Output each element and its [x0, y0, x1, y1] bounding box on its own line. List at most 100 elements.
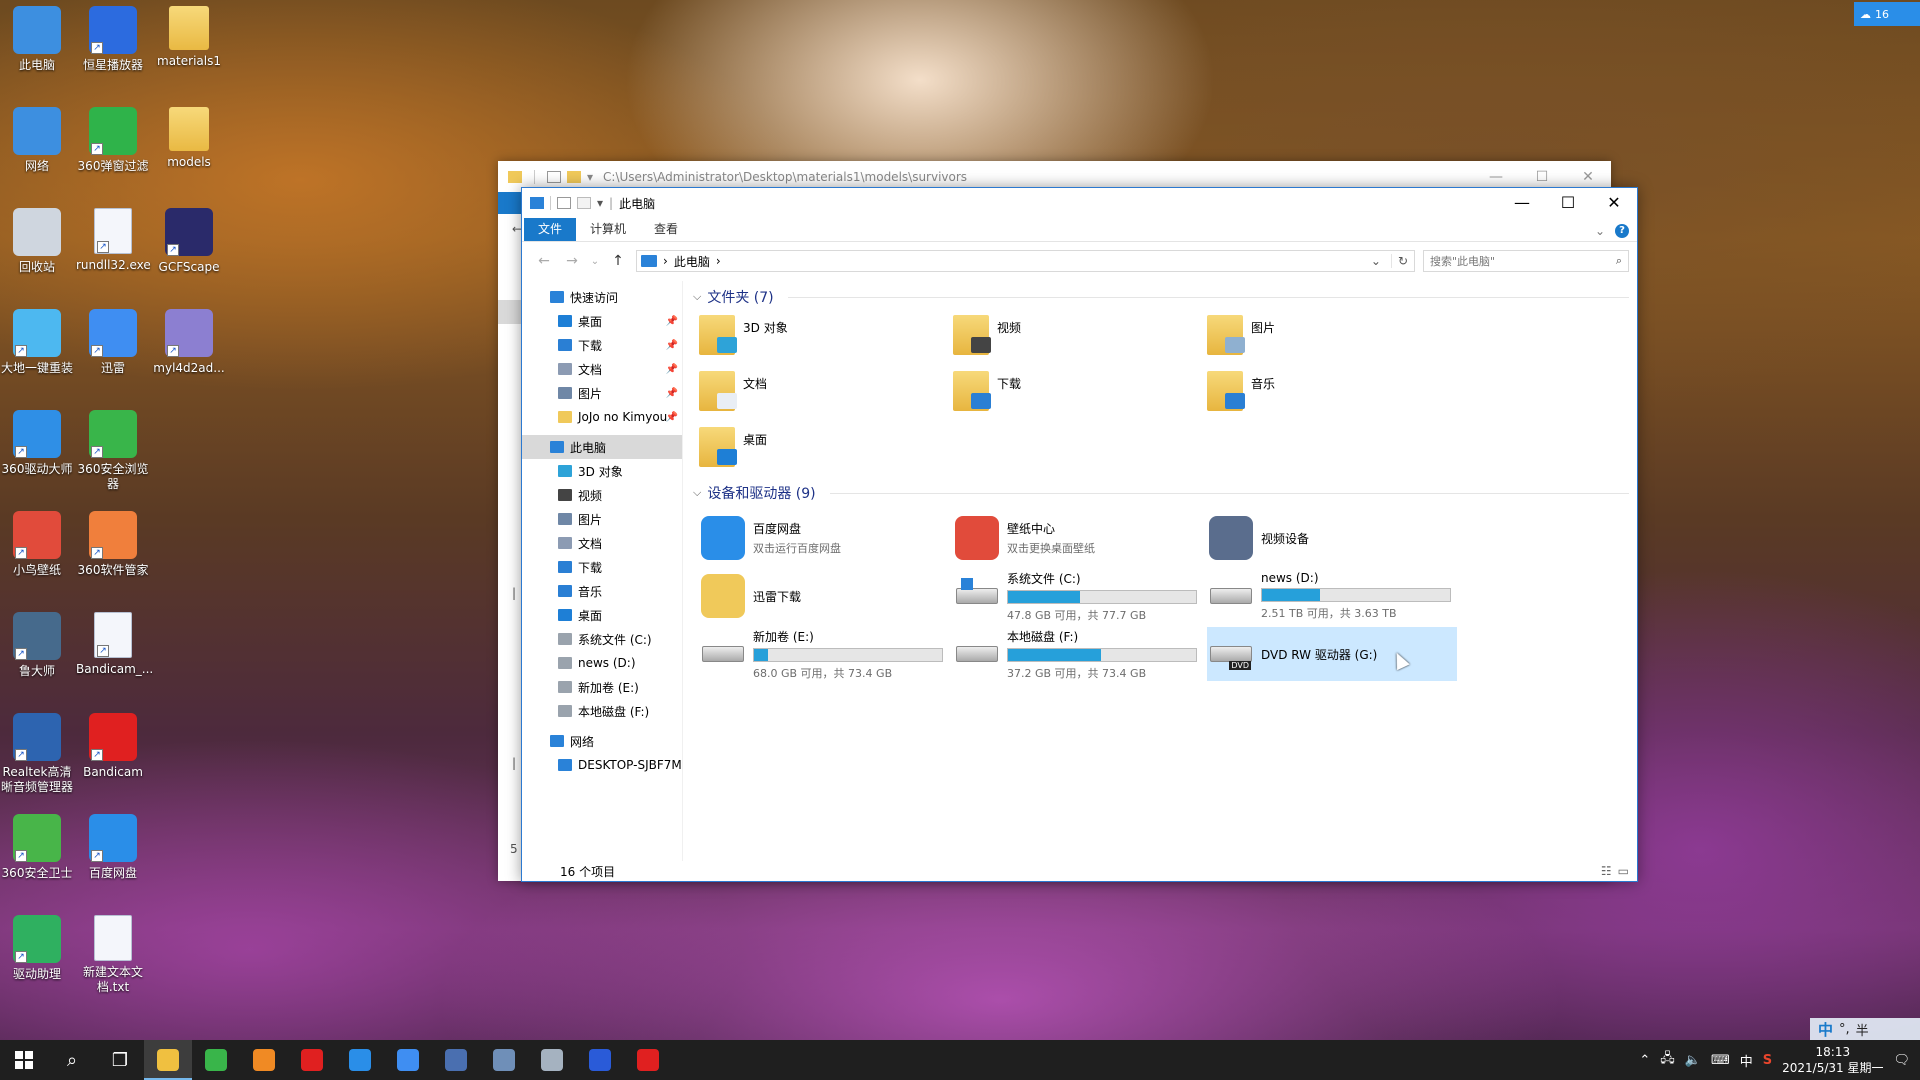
device-tile[interactable]: 迅雷下载 — [699, 569, 953, 623]
maximize-button[interactable]: ☐ — [1545, 188, 1591, 218]
nav-item-pc-3[interactable]: 文档 — [522, 531, 682, 555]
desktop-icon-baidu-netdisk[interactable]: ↗ 百度网盘 — [76, 814, 150, 881]
desktop-icon-thunder[interactable]: ↗ 迅雷 — [76, 309, 150, 376]
nav-item-quick-0[interactable]: 桌面 📌 — [522, 309, 682, 333]
device-tile[interactable]: 壁纸中心 双击更换桌面壁纸 — [953, 511, 1207, 565]
network-icon[interactable]: 🖧 — [1660, 1049, 1675, 1071]
desktop-icon-archive[interactable]: ↗ myl4d2ad... — [152, 309, 226, 376]
tab-file[interactable]: 文件 — [524, 218, 577, 241]
drive-tile[interactable]: 系统文件 (C:) 47.8 GB 可用，共 77.7 GB — [953, 569, 1207, 623]
desktop-icon-file[interactable]: ↗ Bandicam_... — [76, 612, 153, 677]
taskbar-app-bandicam[interactable] — [624, 1040, 672, 1080]
ime-floating-bar[interactable]: 中 °, 半 — [1810, 1018, 1920, 1040]
desktop-icon-folder[interactable]: models — [152, 107, 226, 170]
desktop-icon-computer[interactable]: 此电脑 — [0, 6, 74, 73]
baidu-netdisk-float-widget[interactable]: ☁ 16 — [1854, 2, 1920, 26]
show-hidden-icons-icon[interactable]: ⌃ — [1639, 1053, 1650, 1068]
nav-item-pc-5[interactable]: 音乐 — [522, 579, 682, 603]
desktop-icon-software-manager[interactable]: ↗ 360软件管家 — [76, 511, 150, 578]
desktop-icon-gcfscape[interactable]: ↗ GCFScape — [152, 208, 226, 275]
ime-language[interactable]: 中 — [1818, 1019, 1833, 1040]
devices-group-header[interactable]: ⌵ 设备和驱动器 (9) — [693, 481, 1629, 505]
device-tile[interactable]: 视频设备 — [1207, 511, 1461, 565]
desktop-icon-popup-filter[interactable]: ↗ 360弹窗过滤 — [76, 107, 150, 174]
nav-item-pc-4[interactable]: 下载 — [522, 555, 682, 579]
up-button[interactable]: ↑ — [608, 253, 628, 269]
taskbar-app-film[interactable] — [432, 1040, 480, 1080]
customize-toolbar-icon[interactable]: ▾ — [597, 196, 603, 210]
chevron-down-icon[interactable]: ⌵ — [693, 486, 701, 500]
search-icon[interactable]: ⌕ — [1616, 254, 1622, 268]
nav-item-quick-4[interactable]: JoJo no Kimyou 📌 — [522, 405, 682, 429]
breadcrumb-separator[interactable]: › — [663, 254, 668, 268]
chevron-down-icon[interactable]: ⌵ — [693, 290, 701, 304]
search-button[interactable]: ⌕ — [48, 1040, 96, 1080]
taskbar-app-ludashi[interactable] — [528, 1040, 576, 1080]
folder-tile[interactable]: 图片 — [1207, 315, 1461, 363]
sogou-ime-icon[interactable]: S — [1763, 1053, 1772, 1068]
new-item-icon[interactable] — [577, 197, 591, 209]
background-close-button[interactable]: ✕ — [1565, 169, 1611, 185]
properties-icon[interactable] — [557, 197, 571, 209]
background-maximize-button[interactable]: ☐ — [1519, 169, 1565, 185]
expand-ribbon-icon[interactable]: ⌄ — [1595, 224, 1605, 238]
desktop-icon-security-guard[interactable]: ↗ 360安全卫士 — [0, 814, 74, 881]
breadcrumb-this-pc[interactable]: 此电脑 — [674, 253, 710, 270]
address-bar[interactable]: › 此电脑 › ⌄ ↻ — [636, 250, 1415, 272]
taskbar-app-controller[interactable] — [480, 1040, 528, 1080]
folder-tile[interactable]: 桌面 — [699, 427, 953, 475]
desktop-icon-reinstall[interactable]: ↗ 大地一键重装 — [0, 309, 74, 376]
ime-width[interactable]: 半 — [1856, 1020, 1869, 1039]
folder-tile[interactable]: 文档 — [699, 371, 953, 419]
new-folder-icon[interactable] — [567, 170, 581, 183]
nav-item-pc-1[interactable]: 视频 — [522, 483, 682, 507]
close-button[interactable]: ✕ — [1591, 188, 1637, 218]
window-titlebar[interactable]: ▾ | 此电脑 — ☐ ✕ — [522, 188, 1637, 218]
tab-view[interactable]: 查看 — [640, 218, 692, 241]
taskbar-app-app-a[interactable] — [240, 1040, 288, 1080]
taskbar-app-baidu-netdisk[interactable] — [336, 1040, 384, 1080]
folder-tile[interactable]: 视频 — [953, 315, 1207, 363]
taskbar-app-video-app[interactable] — [576, 1040, 624, 1080]
desktop-icon-driver-master[interactable]: ↗ 360驱动大师 — [0, 410, 74, 477]
nav-item-this-pc[interactable]: 此电脑 — [522, 435, 682, 459]
drive-tile[interactable]: DVD DVD RW 驱动器 (G:) — [1207, 627, 1457, 681]
desktop-icon-folder[interactable]: materials1 — [152, 6, 226, 69]
desktop-icon-record[interactable]: ↗ Bandicam — [76, 713, 150, 780]
minimize-button[interactable]: — — [1499, 188, 1545, 218]
folder-tile[interactable]: 3D 对象 — [699, 315, 953, 363]
task-view-button[interactable]: ❐ — [96, 1040, 144, 1080]
desktop-icon-browser[interactable]: ↗ 360安全浏览器 — [76, 410, 150, 492]
desktop-icon-audio[interactable]: ↗ Realtek高清晰音频管理器 — [0, 713, 74, 795]
explorer-window[interactable]: ▾ | 此电脑 — ☐ ✕ 文件 计算机 查看 ⌄ ? ← → ⌄ ↑ › 此电… — [521, 187, 1638, 882]
nav-item-quick-3[interactable]: 图片 📌 — [522, 381, 682, 405]
refresh-icon[interactable]: ↻ — [1390, 254, 1414, 268]
nav-item-pc-9[interactable]: 新加卷 (E:) — [522, 675, 682, 699]
ime-indicator[interactable]: 中 — [1740, 1051, 1753, 1070]
taskbar-app-file-explorer[interactable] — [144, 1040, 192, 1080]
desktop-icon-wallpaper[interactable]: ↗ 小鸟壁纸 — [0, 511, 74, 578]
clock[interactable]: 18:13 2021/5/31 星期一 — [1782, 1044, 1883, 1076]
desktop-icon-network[interactable]: 网络 — [0, 107, 74, 174]
desktop-icon-player[interactable]: ↗ 恒星播放器 — [76, 6, 150, 73]
desktop-icon-text-file[interactable]: 新建文本文档.txt — [76, 915, 150, 995]
recent-locations-icon[interactable]: ⌄ — [590, 256, 600, 267]
drive-tile[interactable]: 本地磁盘 (F:) 37.2 GB 可用，共 73.4 GB — [953, 627, 1207, 681]
nav-item-pc-10[interactable]: 本地磁盘 (F:) — [522, 699, 682, 723]
background-minimize-button[interactable]: — — [1473, 169, 1519, 185]
dropdown-icon[interactable]: ▾ — [587, 170, 593, 184]
ime-punctuation[interactable]: °, — [1839, 1022, 1850, 1037]
desktop-icon-driver-helper[interactable]: ↗ 驱动助理 — [0, 915, 74, 982]
properties-icon[interactable] — [547, 170, 561, 183]
action-center-icon[interactable]: 🗨 — [1893, 1053, 1910, 1068]
device-tile[interactable]: 百度网盘 双击运行百度网盘 — [699, 511, 953, 565]
nav-item-quick-1[interactable]: 下载 📌 — [522, 333, 682, 357]
breadcrumb-separator[interactable]: › — [716, 254, 721, 268]
desktop-icon-ludashi[interactable]: ↗ 鲁大师 — [0, 612, 74, 679]
folders-group-header[interactable]: ⌵ 文件夹 (7) — [693, 285, 1629, 309]
folder-tile[interactable]: 音乐 — [1207, 371, 1461, 419]
nav-item-pc-7[interactable]: 系统文件 (C:) — [522, 627, 682, 651]
nav-item-quick-access[interactable]: 快速访问 — [522, 285, 682, 309]
taskbar-app-app-red[interactable] — [288, 1040, 336, 1080]
taskbar-app-thunder[interactable] — [384, 1040, 432, 1080]
